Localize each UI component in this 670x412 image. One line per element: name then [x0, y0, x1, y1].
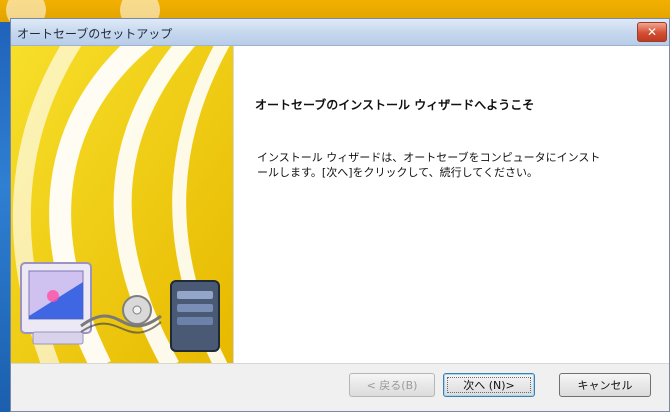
next-button[interactable]: 次へ (N)> — [443, 373, 535, 397]
welcome-heading: オートセーブのインストール ウィザードへようこそ — [255, 98, 535, 112]
desktop-background: オートセーブのセットアップ ✕ オートセーブのインストール ウィザードへようこそ… — [0, 0, 670, 412]
wizard-content: オートセーブのインストール ウィザードへようこそ インストール ウィザードは、オ… — [11, 46, 669, 364]
close-icon: ✕ — [646, 25, 658, 39]
welcome-description: インストール ウィザードは、オートセーブをコンピュータにインスト ールします。[… — [257, 151, 601, 179]
wizard-footer: < 戻る(B) 次へ (N)> キャンセル — [11, 364, 669, 411]
setup-window: オートセーブのセットアップ ✕ オートセーブのインストール ウィザードへようこそ… — [10, 18, 670, 412]
wizard-banner — [11, 46, 234, 363]
back-button-label: < 戻る(B) — [366, 379, 418, 392]
cancel-button-label: キャンセル — [577, 379, 633, 392]
computer-setup-illustration-icon — [11, 46, 233, 363]
next-button-label: 次へ (N)> — [463, 379, 515, 392]
server-icon — [170, 280, 220, 352]
monitor-icon — [20, 262, 92, 345]
window-title: オートセーブのセットアップ — [17, 27, 173, 41]
cancel-button[interactable]: キャンセル — [559, 373, 651, 397]
title-bar[interactable]: オートセーブのセットアップ ✕ — [11, 19, 669, 46]
back-button[interactable]: < 戻る(B) — [349, 373, 435, 397]
disc-icon — [122, 295, 152, 325]
close-button[interactable]: ✕ — [637, 22, 667, 42]
